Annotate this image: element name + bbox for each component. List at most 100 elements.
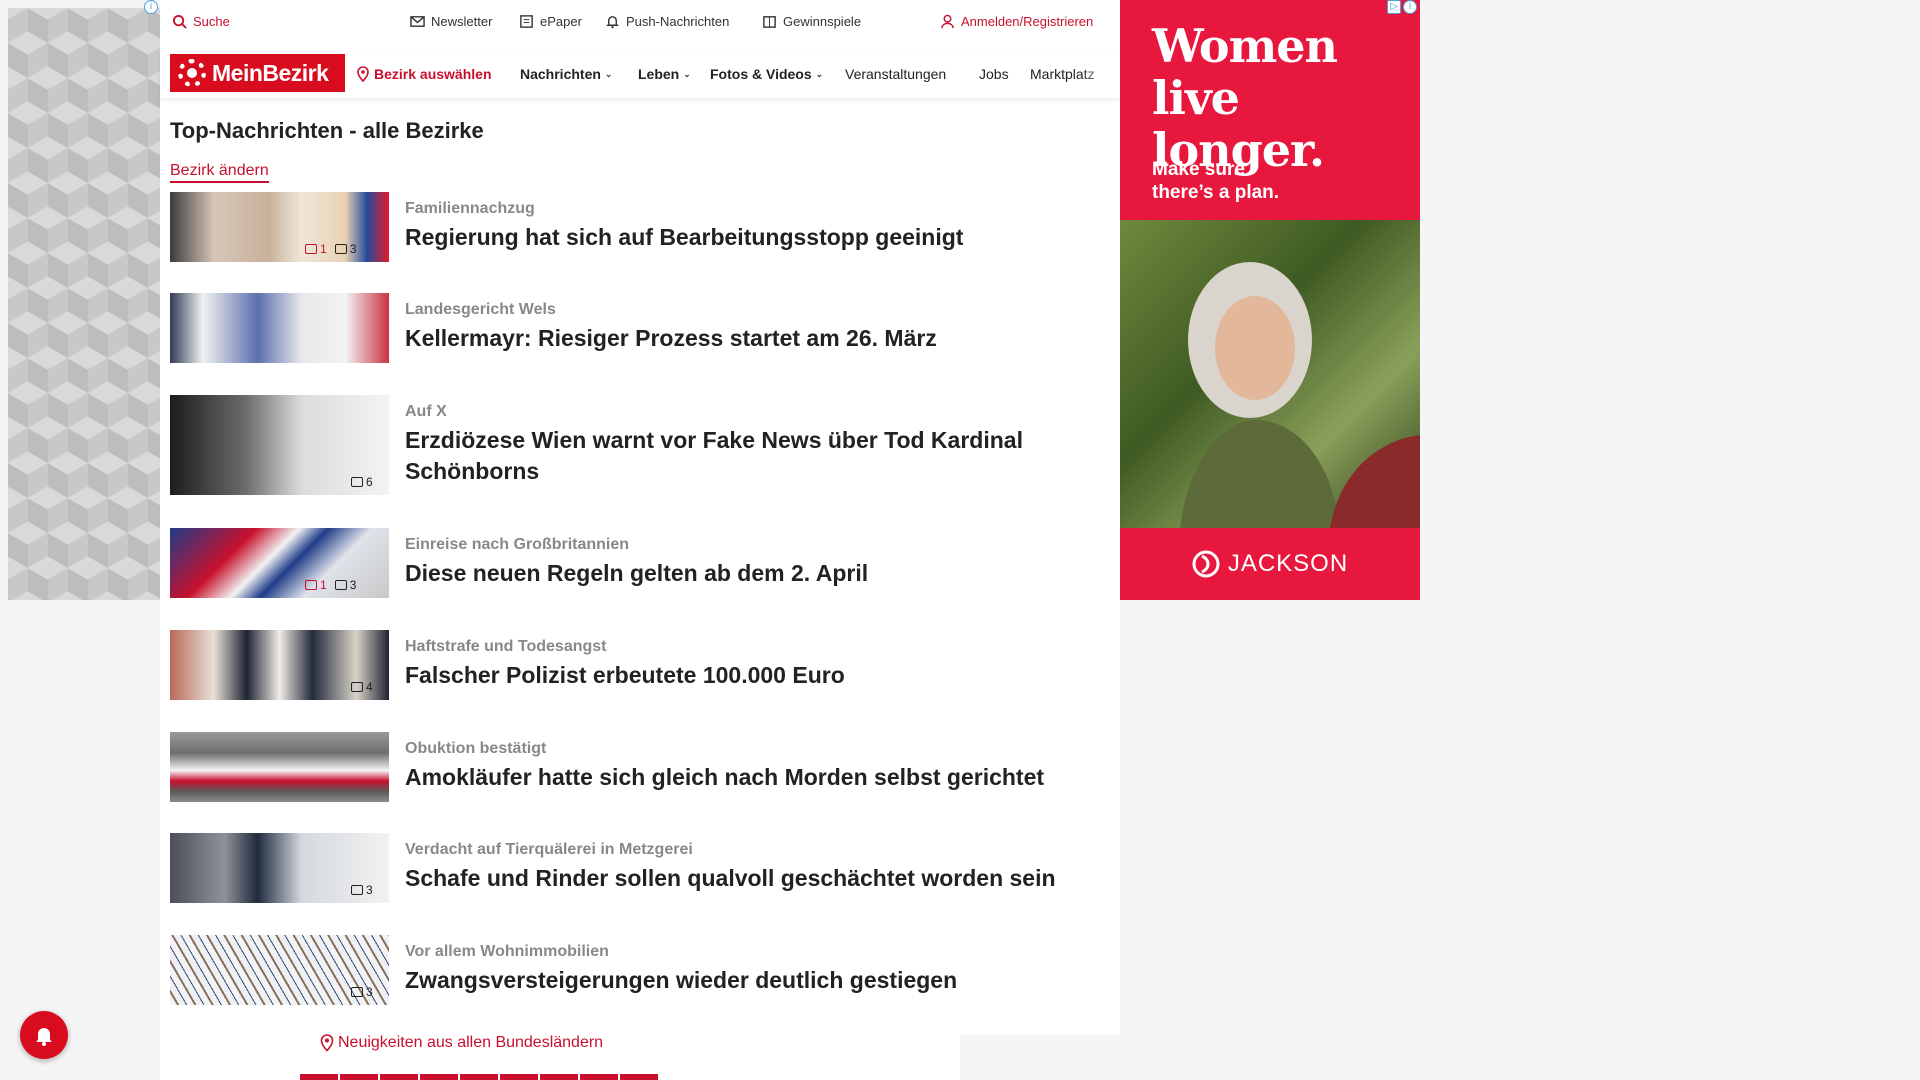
article-item[interactable]: 4 Haftstrafe und Todesangst Falscher Pol… xyxy=(170,630,1100,702)
footer-placeholder xyxy=(960,1035,1280,1080)
nav-nachrichten-label: Nachrichten xyxy=(520,66,601,82)
article-thumbnail[interactable] xyxy=(170,732,389,802)
main-navigation: MeinBezirk Bezirk auswählen Nachrichten ⌄… xyxy=(160,52,1120,98)
article-badges: 1 3 xyxy=(305,574,356,595)
left-ad-banner[interactable] xyxy=(8,8,160,600)
article-item[interactable]: 1 3 Einreise nach Großbritannien Diese n… xyxy=(170,528,1100,600)
bell-icon xyxy=(36,1028,52,1046)
photo-count-value: 6 xyxy=(366,474,373,489)
login-label: Anmelden/Registrieren xyxy=(961,14,1094,29)
newsletter-link[interactable]: Newsletter xyxy=(410,14,492,29)
article-item[interactable]: 6 Auf X Erzdiözese Wien warnt vor Fake N… xyxy=(170,395,1100,495)
nav-fotos-label: Fotos & Videos xyxy=(710,66,812,82)
article-item[interactable]: 3 Vor allem Wohnimmobilien Zwangsverstei… xyxy=(170,935,1100,1007)
image-icon xyxy=(351,681,363,692)
article-kicker: Obuktion bestätigt xyxy=(405,740,547,757)
location-pin-icon xyxy=(357,66,369,82)
logo-text: MeinBezirk xyxy=(212,59,329,86)
page-title: Top-Nachrichten - alle Bezirke xyxy=(170,118,484,143)
article-kicker: Familiennachzug xyxy=(405,200,535,217)
ad-info-icon[interactable]: i xyxy=(144,0,158,14)
nav-leben-label: Leben xyxy=(638,66,680,82)
meinbezirk-logo[interactable]: MeinBezirk xyxy=(170,54,345,92)
newsletter-label: Newsletter xyxy=(431,14,493,29)
nav-leben[interactable]: Leben ⌄ xyxy=(638,66,691,82)
article-item[interactable]: 3 Verdacht auf Tierquälerei in Metzgerei… xyxy=(170,833,1100,905)
bezirk-aendern-link[interactable]: Bezirk ändern xyxy=(170,162,269,183)
nav-fotos-videos[interactable]: Fotos & Videos ⌄ xyxy=(710,66,823,82)
article-headline[interactable]: Schafe und Rinder sollen qualvoll geschä… xyxy=(405,863,1105,894)
location-pin-icon xyxy=(320,1034,334,1052)
article-badges: 3 xyxy=(351,981,373,1002)
nav-veranstaltungen-label: Veranstaltungen xyxy=(845,66,947,82)
ad-subline-1: Make sure xyxy=(1152,159,1245,180)
bundeslaender-label: Neuigkeiten aus allen Bundesländern xyxy=(338,1034,604,1051)
chevron-down-icon: ⌄ xyxy=(604,68,613,79)
chevron-down-icon: ⌄ xyxy=(683,68,691,79)
ad-brand-name: JACKSON xyxy=(1227,550,1349,577)
article-kicker: Verdacht auf Tierquälerei in Metzgerei xyxy=(405,841,693,858)
push-link[interactable]: Push-Nachrichten xyxy=(605,14,729,29)
search-label: Suche xyxy=(193,14,230,29)
photo-count: 3 xyxy=(334,238,356,259)
article-item[interactable]: Obuktion bestätigt Amokläufer hatte sich… xyxy=(170,732,1100,804)
comment-count-value: 1 xyxy=(320,577,327,592)
image-icon xyxy=(334,579,347,590)
photo-count: 4 xyxy=(351,676,373,697)
article-headline[interactable]: Zwangsversteigerungen wieder deutlich ge… xyxy=(405,965,1105,996)
bell-icon xyxy=(606,16,619,29)
newspaper-icon xyxy=(520,15,533,28)
ad-woman-illustration xyxy=(1180,262,1420,528)
nav-jobs-label: Jobs xyxy=(979,66,1009,82)
push-label: Push-Nachrichten xyxy=(626,14,730,29)
article-badges: 1 3 xyxy=(305,238,356,259)
ad-brand: JACKSON xyxy=(1120,528,1420,600)
article-badges: 6 xyxy=(351,473,373,490)
nav-veranstaltungen[interactable]: Veranstaltungen xyxy=(845,66,946,82)
article-headline[interactable]: Kellermayr: Riesiger Prozess startet am … xyxy=(405,323,1105,354)
search-link[interactable]: Suche xyxy=(172,14,230,29)
nav-jobs[interactable]: Jobs xyxy=(979,66,1009,82)
comment-count: 1 xyxy=(305,238,327,259)
ad-choices-icon[interactable]: ▷ xyxy=(1387,0,1401,14)
image-icon xyxy=(351,476,363,487)
bundeslaender-link[interactable]: Neuigkeiten aus allen Bundesländern xyxy=(320,1034,603,1052)
ad-info-icon[interactable]: i xyxy=(1403,0,1417,14)
article-headline[interactable]: Diese neuen Regeln gelten ab dem 2. Apri… xyxy=(405,558,1105,589)
push-bell-button[interactable] xyxy=(20,1011,68,1059)
gift-icon xyxy=(763,16,776,28)
article-badges: 4 xyxy=(351,676,373,697)
gewinnspiele-link[interactable]: Gewinnspiele xyxy=(762,14,861,29)
bezirk-select[interactable]: Bezirk auswählen xyxy=(356,66,492,82)
article-item[interactable]: 1 3 Familiennachzug Regierung hat sich a… xyxy=(170,192,1100,264)
nav-fade xyxy=(1080,52,1120,98)
chevron-down-icon: ⌄ xyxy=(815,68,824,79)
article-kicker: Auf X xyxy=(405,403,447,420)
photo-count-value: 3 xyxy=(366,984,373,999)
article-kicker: Haftstrafe und Todesangst xyxy=(405,638,607,655)
article-headline[interactable]: Erzdiözese Wien warnt vor Fake News über… xyxy=(405,425,1105,487)
article-headline[interactable]: Falscher Polizist erbeutete 100.000 Euro xyxy=(405,660,1105,691)
image-icon xyxy=(351,884,363,895)
article-thumbnail[interactable] xyxy=(170,293,389,363)
epaper-label: ePaper xyxy=(540,14,582,29)
article-kicker: Vor allem Wohnimmobilien xyxy=(405,943,609,960)
article-headline[interactable]: Regierung hat sich auf Bearbeitungsstopp… xyxy=(405,222,1105,253)
nav-nachrichten[interactable]: Nachrichten ⌄ xyxy=(520,66,612,82)
article-headline[interactable]: Amokläufer hatte sich gleich nach Morden… xyxy=(405,762,1105,793)
article-kicker: Landesgericht Wels xyxy=(405,301,556,318)
user-icon xyxy=(941,14,954,29)
photo-count: 3 xyxy=(334,574,356,595)
right-ad-banner[interactable]: Women live longer. Make sure there’s a p… xyxy=(1120,0,1420,600)
main-column: Suche Newsletter ePaper Push-Nachrichten… xyxy=(160,0,1280,1080)
ad-headline-line1: Women xyxy=(1152,19,1338,73)
epaper-link[interactable]: ePaper xyxy=(519,14,582,29)
bundeslaender-tabs[interactable] xyxy=(300,1074,660,1080)
comment-icon xyxy=(305,579,317,590)
article-kicker: Einreise nach Großbritannien xyxy=(405,536,630,553)
login-link[interactable]: Anmelden/Registrieren xyxy=(940,14,1093,29)
article-item[interactable]: Landesgericht Wels Kellermayr: Riesiger … xyxy=(170,293,1100,365)
photo-count: 3 xyxy=(351,879,373,900)
mail-icon xyxy=(410,16,425,27)
ad-photo xyxy=(1120,220,1420,528)
